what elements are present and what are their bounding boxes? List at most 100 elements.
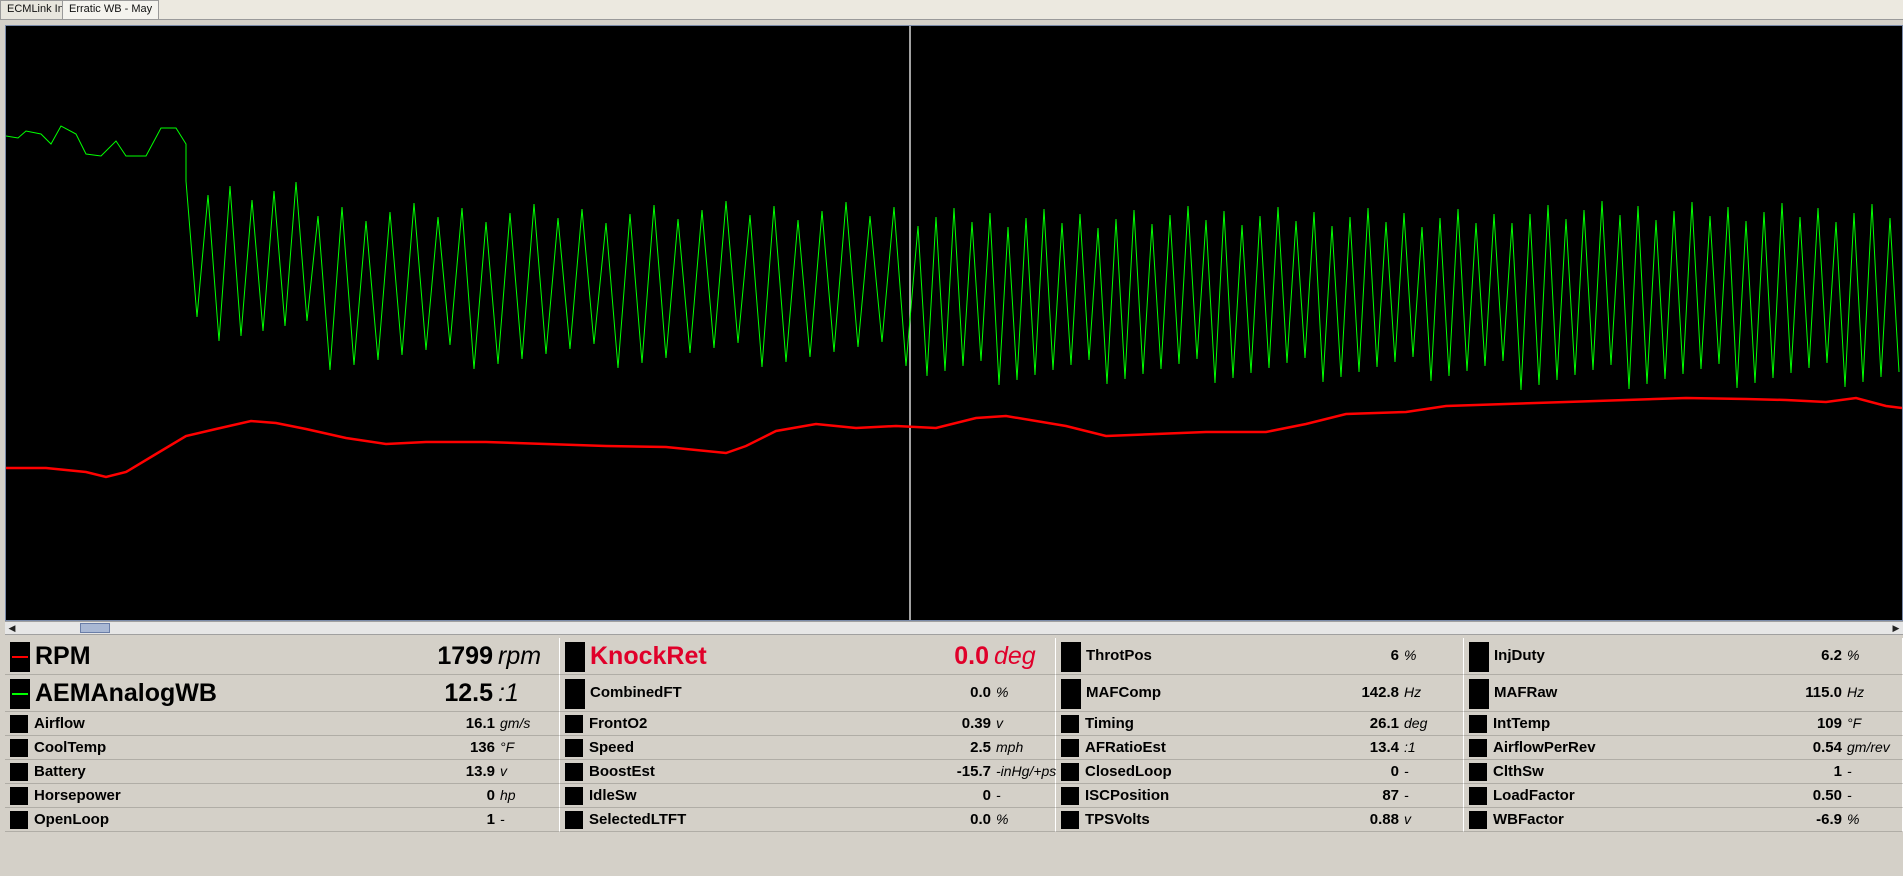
series-color-swatch[interactable] (1469, 715, 1487, 733)
series-color-swatch[interactable] (565, 679, 585, 709)
series-color-swatch[interactable] (10, 715, 28, 733)
series-color-swatch[interactable] (1469, 679, 1489, 709)
gauge-unit: % (1847, 811, 1860, 827)
series-color-swatch[interactable] (1469, 763, 1487, 781)
log-graph[interactable] (5, 25, 1903, 621)
gauge-aemanalogwb[interactable]: AEMAnalogWB 12.5:1 (5, 675, 560, 712)
gauge-name: ClosedLoop (1085, 763, 1172, 780)
gauge-cooltemp[interactable]: CoolTemp 136 °F (5, 736, 560, 760)
series-color-swatch[interactable] (10, 787, 28, 805)
gauge-speed[interactable]: Speed 2.5 mph (560, 736, 1056, 760)
gauge-name: Battery (34, 763, 86, 780)
series-color-swatch[interactable] (1061, 739, 1079, 757)
gauge-name: OpenLoop (34, 811, 109, 828)
gauge-unit: - (996, 787, 1001, 803)
gauge-value: 6 (1390, 647, 1399, 664)
gauge-battery[interactable]: Battery 13.9 v (5, 760, 560, 784)
gauge-name: ClthSw (1493, 763, 1544, 780)
gauge-timing[interactable]: Timing 26.1 deg (1056, 712, 1464, 736)
gauge-unit: Hz (1404, 684, 1422, 700)
series-rpm-line (6, 396, 1903, 479)
scroll-thumb[interactable] (80, 623, 110, 633)
gauge-mafraw[interactable]: MAFRaw 115.0 Hz (1464, 675, 1903, 712)
gauge-selectedltft[interactable]: SelectedLTFT 0.0% (560, 808, 1056, 832)
gauge-name: InjDuty (1494, 647, 1545, 664)
tab-erratic-wb-may[interactable]: Erratic WB - May (62, 0, 160, 19)
gauge-airflow[interactable]: Airflow 16.1 gm/s (5, 712, 560, 736)
gauge-throtpos[interactable]: ThrotPos 6% (1056, 638, 1464, 675)
series-color-swatch[interactable] (10, 739, 28, 757)
series-color-swatch[interactable] (1469, 787, 1487, 805)
scroll-left-arrow-icon[interactable]: ◀ (5, 622, 19, 634)
gauge-value: 0.50 (1812, 787, 1842, 804)
gauge-unit: mph (996, 739, 1024, 755)
gauge-boostest[interactable]: BoostEst -15.7 -inHg/+psi (560, 760, 1059, 784)
gauge-name: Airflow (34, 715, 85, 732)
gauge-name: SelectedLTFT (589, 811, 687, 828)
series-color-swatch[interactable] (565, 715, 583, 733)
series-color-swatch[interactable] (1061, 763, 1079, 781)
gauge-value: 0.88 (1369, 811, 1399, 828)
series-color-swatch[interactable] (1061, 679, 1081, 709)
gauge-value: 26.1 (1369, 715, 1399, 732)
gauge-openloop[interactable]: OpenLoop 1- (5, 808, 560, 832)
gauge-value: 0.0 (954, 642, 989, 670)
gauge-horsepower[interactable]: Horsepower 0 hp (5, 784, 560, 808)
gauge-name: MAFRaw (1494, 684, 1558, 701)
gauge-unit: % (1404, 647, 1417, 663)
gauge-afratioest[interactable]: AFRatioEst 13.4:1 (1056, 736, 1464, 760)
gauge-value: 6.2 (1821, 647, 1842, 664)
gauge-idlesw[interactable]: IdleSw 0- (560, 784, 1056, 808)
gauge-unit: v (500, 763, 507, 779)
series-color-swatch[interactable] (1469, 739, 1487, 757)
series-color-swatch[interactable] (1061, 642, 1081, 672)
gauge-name: LoadFactor (1493, 787, 1575, 804)
series-color-swatch[interactable] (1061, 811, 1079, 829)
gauge-rpm[interactable]: RPM 1799 rpm (5, 638, 560, 675)
series-color-swatch[interactable] (565, 642, 585, 672)
series-color-swatch[interactable] (1469, 811, 1487, 829)
series-color-swatch[interactable] (10, 811, 28, 829)
gauge-value: 142.8 (1361, 684, 1399, 701)
gauge-name: Horsepower (34, 787, 121, 804)
gauge-wbfactor[interactable]: WBFactor -6.9% (1464, 808, 1903, 832)
gauge-name: Timing (1085, 715, 1134, 732)
gauge-closedloop[interactable]: ClosedLoop 0- (1056, 760, 1464, 784)
gauge-iscposition[interactable]: ISCPosition 87- (1056, 784, 1464, 808)
gauge-fronto2[interactable]: FrontO2 0.39 v (560, 712, 1056, 736)
gauge-value: -6.9 (1816, 811, 1842, 828)
gauge-clthsw[interactable]: ClthSw 1- (1464, 760, 1903, 784)
gauge-inttemp[interactable]: IntTemp 109 °F (1464, 712, 1903, 736)
gauge-value: 87 (1382, 787, 1399, 804)
series-color-swatch[interactable] (10, 763, 28, 781)
series-color-swatch[interactable] (565, 787, 583, 805)
gauge-name: CoolTemp (34, 739, 107, 756)
gauge-knockret[interactable]: KnockRet 0.0 deg (560, 638, 1056, 675)
gauge-mafcomp[interactable]: MAFComp 142.8 Hz (1056, 675, 1464, 712)
gauge-tpsvolts[interactable]: TPSVolts 0.88 v (1056, 808, 1464, 832)
series-color-swatch[interactable] (1061, 715, 1079, 733)
gauge-unit: °F (1847, 715, 1862, 731)
gauge-injduty[interactable]: InjDuty 6.2% (1464, 638, 1903, 675)
series-color-swatch[interactable] (1061, 787, 1079, 805)
gauge-unit: gm/rev (1847, 739, 1890, 755)
gauge-name: FrontO2 (589, 715, 648, 732)
gauge-value: 1 (486, 811, 495, 828)
series-color-swatch[interactable] (565, 763, 583, 781)
timeline-scrollbar[interactable]: ◀ ▶ (5, 621, 1903, 635)
gauge-combinedft[interactable]: CombinedFT 0.0% (560, 675, 1056, 712)
gauge-airflowperrev[interactable]: AirflowPerRev 0.54 gm/rev (1464, 736, 1903, 760)
series-color-swatch[interactable] (565, 811, 583, 829)
scroll-right-arrow-icon[interactable]: ▶ (1889, 622, 1903, 634)
series-color-swatch[interactable] (565, 739, 583, 757)
series-color-swatch[interactable] (10, 642, 30, 672)
gauge-loadfactor[interactable]: LoadFactor 0.50- (1464, 784, 1903, 808)
gauge-value: 13.9 (465, 763, 495, 780)
log-graph-canvas[interactable] (5, 26, 1903, 620)
gauge-value: 12.5 (444, 679, 493, 707)
series-color-swatch[interactable] (10, 679, 30, 709)
gauge-name: RPM (35, 642, 91, 670)
gauge-value: 0 (982, 787, 991, 804)
gauge-unit: % (996, 684, 1009, 700)
series-color-swatch[interactable] (1469, 642, 1489, 672)
